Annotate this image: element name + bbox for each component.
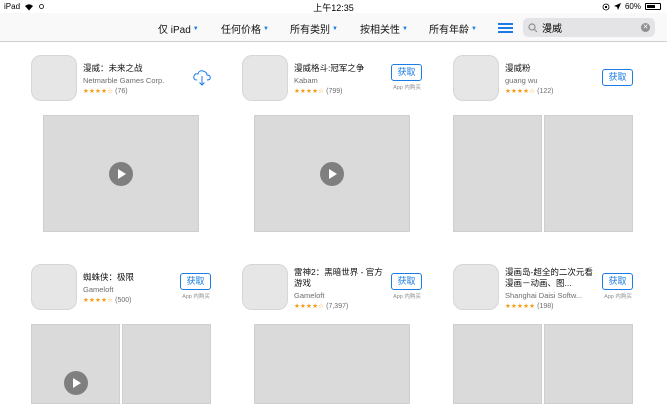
chevron-down-icon: ▼	[471, 25, 477, 32]
filter-device[interactable]: 仅 iPad ▼	[158, 21, 199, 36]
filter-device-label: 仅 iPad	[158, 25, 191, 36]
app-icon[interactable]	[242, 55, 288, 101]
search-field[interactable]: 漫威 ✕	[523, 18, 655, 37]
screenshot-thumbnail[interactable]	[544, 324, 633, 404]
get-button[interactable]: 获取	[180, 273, 211, 290]
app-rating: ★★★★★ (198)	[505, 302, 554, 311]
get-button[interactable]: 获取	[602, 69, 633, 86]
rating-stars: ★★★★☆	[294, 88, 325, 95]
app-card[interactable]: 漫画岛-超全的二次元看漫画－动画、图... Shanghai Daisi Sof…	[453, 264, 658, 404]
rating-count: (198)	[537, 302, 554, 310]
chevron-down-icon: ▼	[263, 25, 269, 32]
battery-percentage: 60%	[624, 2, 641, 11]
app-card[interactable]: 蜘蛛侠：极限 Gameloft ★★★★☆ (500) 获取 App 内购买	[31, 264, 236, 404]
search-query: 漫威	[542, 24, 562, 35]
filter-price[interactable]: 任何价格 ▼	[221, 21, 269, 36]
app-icon[interactable]	[242, 264, 288, 310]
battery-icon	[645, 3, 661, 10]
screenshot-thumbnail[interactable]	[453, 324, 542, 404]
filter-category-label: 所有类别	[290, 25, 330, 36]
app-developer: Kabam	[294, 76, 318, 85]
app-card[interactable]: 漫威：未来之战 Netmarble Games Corp. ★★★★☆ (76)	[31, 55, 236, 235]
filter-category[interactable]: 所有类别 ▼	[290, 21, 338, 36]
app-title[interactable]: 漫威格斗:冠军之争	[294, 63, 384, 74]
filter-sort-label: 按相关性	[360, 25, 400, 36]
screenshot-thumbnail[interactable]	[31, 324, 120, 404]
app-title[interactable]: 漫威：未来之战	[83, 63, 173, 74]
app-rating: ★★★★☆ (799)	[294, 87, 343, 96]
get-button[interactable]: 获取	[391, 273, 422, 290]
play-icon[interactable]	[109, 162, 133, 186]
filter-price-label: 任何价格	[221, 25, 261, 36]
app-icon[interactable]	[31, 55, 77, 101]
rating-stars: ★★★★☆	[83, 88, 114, 95]
in-app-purchase-label: App 内购买	[393, 294, 421, 300]
rating-count: (7,397)	[326, 302, 349, 310]
filter-sort[interactable]: 按相关性 ▼	[360, 21, 408, 36]
app-rating: ★★★★☆ (76)	[83, 87, 128, 96]
rating-count: (799)	[326, 87, 343, 95]
app-card[interactable]: 漫威格斗:冠军之争 Kabam ★★★★☆ (799) 获取 App 内购买	[242, 55, 447, 235]
app-icon[interactable]	[453, 55, 499, 101]
clear-search-icon[interactable]: ✕	[641, 23, 650, 32]
screenshot-thumbnail[interactable]	[544, 115, 633, 232]
filter-age[interactable]: 所有年龄 ▼	[429, 21, 477, 36]
app-icon[interactable]	[31, 264, 77, 310]
get-button[interactable]: 获取	[602, 273, 633, 290]
rating-count: (122)	[537, 87, 554, 95]
rating-stars: ★★★★☆	[505, 88, 536, 95]
filter-bar: 仅 iPad ▼ 任何价格 ▼ 所有类别 ▼ 按相关性 ▼ 所有年龄 ▼ 漫威 ✕	[0, 13, 667, 42]
screenshot-thumbnail[interactable]	[122, 324, 211, 404]
app-icon[interactable]	[453, 264, 499, 310]
chevron-down-icon: ▼	[402, 25, 408, 32]
rating-count: (500)	[115, 296, 132, 304]
app-title[interactable]: 蜘蛛侠：极限	[83, 272, 173, 283]
app-title[interactable]: 漫威粉	[505, 63, 595, 74]
app-rating: ★★★★☆ (500)	[83, 296, 132, 305]
app-developer: Shanghai Daisi Softw...	[505, 291, 583, 300]
location-icon	[613, 3, 621, 10]
rating-stars: ★★★★☆	[83, 297, 114, 304]
in-app-purchase-label: App 内购买	[182, 294, 210, 300]
in-app-purchase-label: App 内购买	[604, 294, 632, 300]
chevron-down-icon: ▼	[332, 25, 338, 32]
app-title[interactable]: 雷神2：黑暗世界 - 官方游戏	[294, 267, 384, 289]
play-icon[interactable]	[64, 371, 88, 395]
app-card[interactable]: 雷神2：黑暗世界 - 官方游戏 Gameloft ★★★★☆ (7,397) 获取…	[242, 264, 447, 404]
screenshot-thumbnail[interactable]	[43, 115, 199, 232]
chevron-down-icon: ▼	[192, 25, 199, 32]
app-card[interactable]: 漫威粉 guang wu ★★★★☆ (122) 获取	[453, 55, 658, 235]
play-icon[interactable]	[320, 162, 344, 186]
screenshot-thumbnail[interactable]	[453, 115, 542, 232]
in-app-purchase-label: App 内购买	[393, 85, 421, 91]
rating-stars: ★★★★★	[505, 303, 536, 310]
app-developer: Gameloft	[294, 291, 325, 300]
app-rating: ★★★★☆ (122)	[505, 87, 554, 96]
orientation-lock-icon	[602, 3, 610, 10]
search-icon	[528, 22, 538, 32]
app-rating: ★★★★☆ (7,397)	[294, 302, 349, 311]
get-button[interactable]: 获取	[391, 64, 422, 81]
list-view-icon[interactable]	[498, 23, 513, 34]
app-developer: guang wu	[505, 76, 538, 85]
rating-stars: ★★★★☆	[294, 303, 325, 310]
rating-count: (76)	[115, 87, 128, 95]
filter-age-label: 所有年龄	[429, 25, 469, 36]
screenshot-thumbnail[interactable]	[254, 115, 410, 232]
screenshot-thumbnail[interactable]	[254, 324, 410, 404]
app-title[interactable]: 漫画岛-超全的二次元看漫画－动画、图...	[505, 267, 595, 289]
app-developer: Gameloft	[83, 285, 114, 294]
app-developer: Netmarble Games Corp.	[83, 76, 165, 85]
status-bar: iPad 上午12:35 60%	[0, 0, 667, 13]
cloud-download-icon[interactable]	[192, 67, 212, 87]
